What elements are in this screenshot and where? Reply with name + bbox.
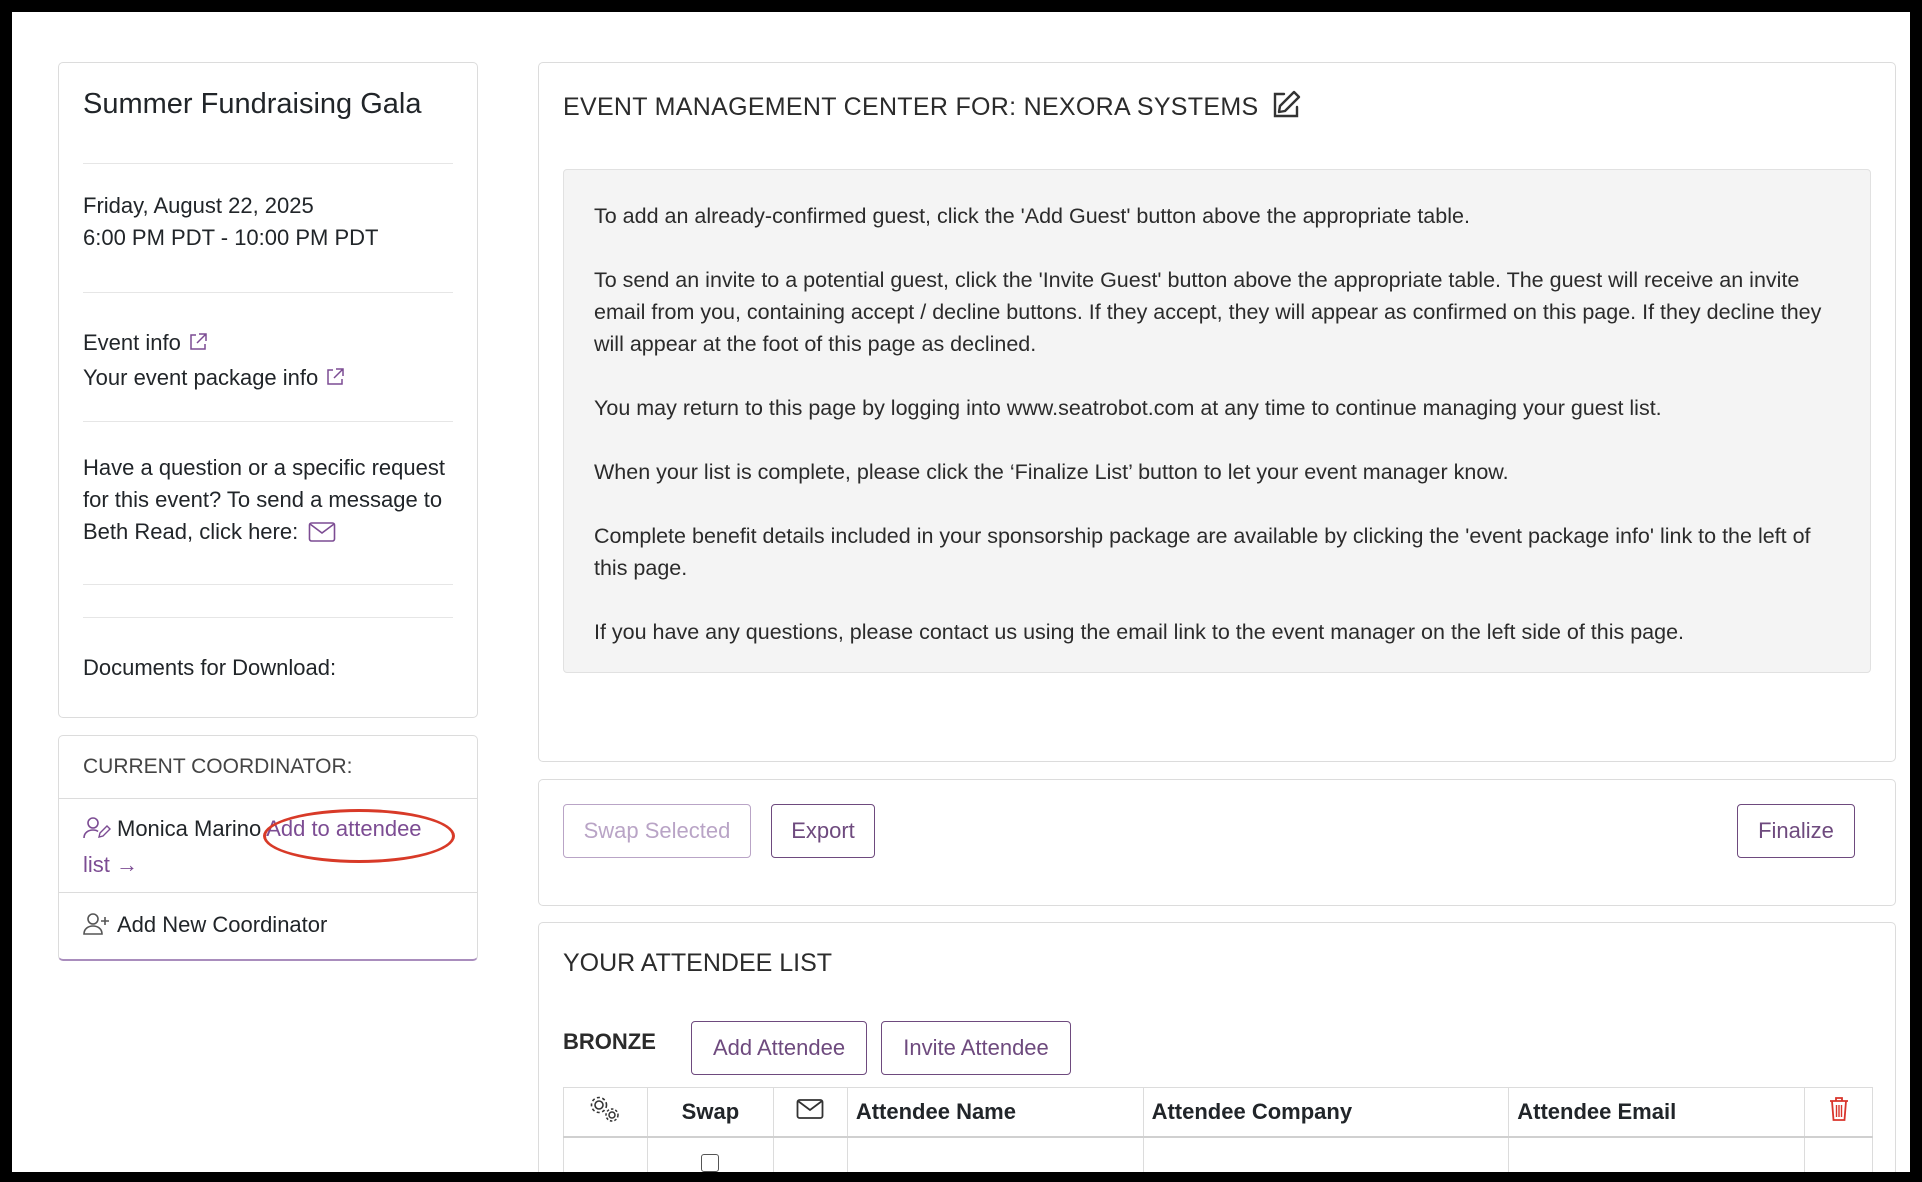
table-cell bbox=[846, 1136, 1144, 1172]
attendee-company-column-header: Attendee Company bbox=[1142, 1087, 1510, 1138]
delete-column-header[interactable] bbox=[1804, 1087, 1873, 1138]
event-datetime: Friday, August 22, 2025 6:00 PM PDT - 10… bbox=[83, 164, 453, 264]
event-info-link[interactable]: Event info bbox=[83, 327, 453, 362]
swap-checkbox[interactable] bbox=[701, 1154, 720, 1172]
email-column-header[interactable] bbox=[772, 1087, 848, 1138]
swap-column-header: Swap bbox=[646, 1087, 774, 1138]
tier-label: BRONZE bbox=[563, 1029, 656, 1054]
finalize-button[interactable]: Finalize bbox=[1737, 804, 1855, 858]
add-new-coordinator-label[interactable]: Add New Coordinator bbox=[117, 912, 327, 937]
instructions-box: To add an already-confirmed guest, click… bbox=[563, 169, 1871, 673]
envelope-icon[interactable] bbox=[796, 1099, 824, 1125]
instruction-paragraph: To send an invite to a potential guest, … bbox=[594, 268, 1822, 356]
instruction-paragraph: When your list is complete, please click… bbox=[594, 460, 1509, 484]
event-management-card: EVENT MANAGEMENT CENTER FOR: NEXORA SYST… bbox=[538, 62, 1896, 762]
table-cell bbox=[772, 1136, 848, 1172]
contact-block: Have a question or a specific request fo… bbox=[83, 422, 453, 584]
highlight-circle-annotation bbox=[263, 809, 455, 863]
user-plus-icon[interactable] bbox=[83, 911, 111, 947]
documents-label: Documents for Download: bbox=[83, 655, 337, 680]
attendee-email-column-header: Attendee Email bbox=[1508, 1087, 1805, 1138]
settings-column-header[interactable] bbox=[563, 1087, 648, 1138]
trash-icon[interactable] bbox=[1828, 1097, 1850, 1128]
attendee-table: Swap Attendee Name Attendee Company Atte… bbox=[563, 1087, 1873, 1172]
swap-selected-button[interactable]: Swap Selected bbox=[563, 804, 751, 858]
event-links: Event info Your event package info bbox=[83, 293, 453, 421]
table-cell bbox=[1142, 1136, 1510, 1172]
mail-icon[interactable] bbox=[308, 520, 336, 552]
event-info-label[interactable]: Event info bbox=[83, 330, 181, 355]
package-info-link[interactable]: Your event package info bbox=[83, 362, 453, 397]
instruction-paragraph: Complete benefit details included in you… bbox=[594, 524, 1811, 580]
question-text: Have a question or a specific request fo… bbox=[83, 455, 445, 544]
coordinator-header: CURRENT COORDINATOR: bbox=[59, 736, 477, 799]
divider bbox=[83, 584, 453, 585]
event-title: Summer Fundraising Gala bbox=[83, 88, 422, 120]
instruction-paragraph: You may return to this page by logging i… bbox=[594, 396, 1662, 420]
event-time: 6:00 PM PDT - 10:00 PM PDT bbox=[83, 225, 379, 250]
list-actions-card: Swap Selected Export Finalize bbox=[538, 779, 1896, 906]
table-cell bbox=[1804, 1136, 1873, 1172]
external-link-icon[interactable] bbox=[324, 365, 346, 397]
event-date: Friday, August 22, 2025 bbox=[83, 193, 314, 218]
coordinator-card: CURRENT COORDINATOR: Monica Marino Add t… bbox=[58, 735, 478, 961]
table-row bbox=[563, 1136, 1873, 1172]
invite-attendee-button[interactable]: Invite Attendee bbox=[881, 1021, 1071, 1075]
page-frame: Summer Fundraising Gala Friday, August 2… bbox=[12, 12, 1910, 1172]
instruction-paragraph: If you have any questions, please contac… bbox=[594, 620, 1685, 644]
coordinator-name: Monica Marino bbox=[117, 816, 262, 841]
coordinator-row: Monica Marino Add to attendee list → bbox=[59, 799, 477, 893]
instruction-paragraph: To add an already-confirmed guest, click… bbox=[594, 204, 1470, 228]
gears-icon[interactable] bbox=[588, 1096, 622, 1129]
event-summary-card: Summer Fundraising Gala Friday, August 2… bbox=[58, 62, 478, 718]
table-header-row: Swap Attendee Name Attendee Company Atte… bbox=[563, 1087, 1873, 1138]
management-heading: EVENT MANAGEMENT CENTER FOR: NEXORA SYST… bbox=[563, 87, 1871, 137]
management-heading-text: EVENT MANAGEMENT CENTER FOR: NEXORA SYST… bbox=[563, 93, 1259, 121]
attendee-name-column-header: Attendee Name bbox=[846, 1087, 1144, 1138]
add-new-coordinator-link[interactable]: Add New Coordinator bbox=[59, 893, 477, 961]
external-link-icon[interactable] bbox=[187, 330, 209, 362]
table-cell bbox=[1508, 1136, 1805, 1172]
add-attendee-button[interactable]: Add Attendee bbox=[691, 1021, 867, 1075]
edit-icon[interactable] bbox=[1270, 89, 1302, 133]
table-cell bbox=[563, 1136, 648, 1172]
package-info-label[interactable]: Your event package info bbox=[83, 365, 318, 390]
attendee-list-heading: YOUR ATTENDEE LIST bbox=[563, 949, 833, 977]
export-button[interactable]: Export bbox=[771, 804, 875, 858]
table-cell bbox=[646, 1136, 774, 1172]
user-edit-icon bbox=[83, 816, 111, 849]
attendee-list-card: YOUR ATTENDEE LIST BRONZE Add Attendee I… bbox=[538, 922, 1896, 1172]
